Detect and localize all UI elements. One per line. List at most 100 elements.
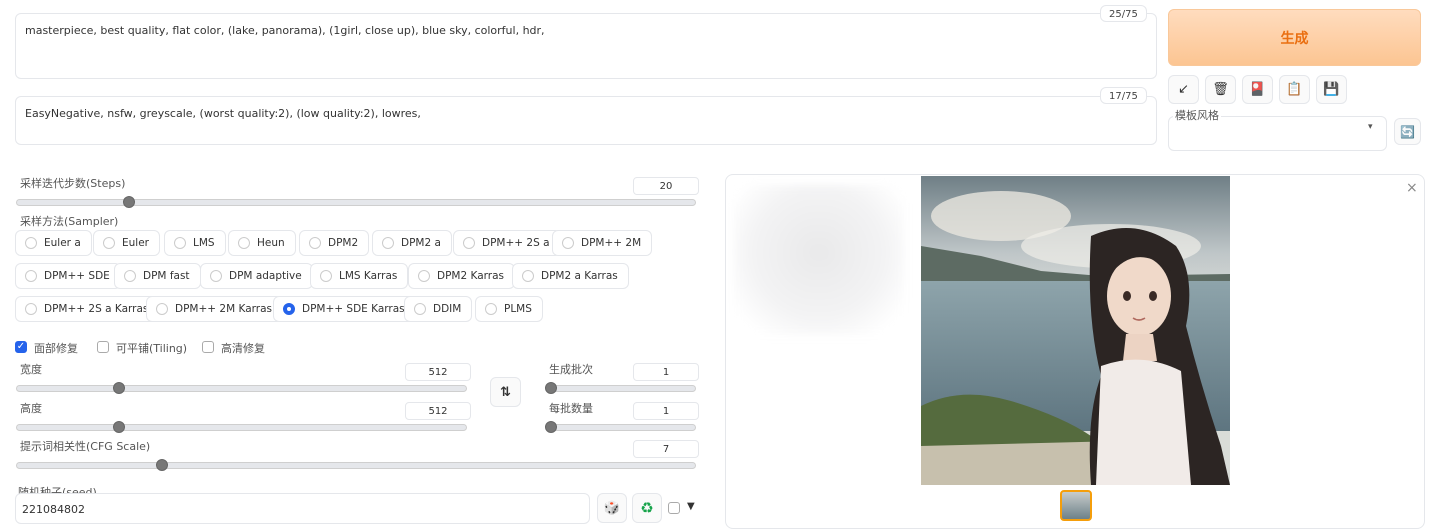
height-slider-thumb[interactable]: [112, 421, 125, 433]
trash-icon: 🗑: [1212, 82, 1229, 97]
arrow-icon: ↙: [1178, 82, 1189, 97]
sampler-option-label: DPM++ 2S a: [482, 237, 550, 249]
red-card-icon: 🎴: [1249, 82, 1266, 97]
close-icon[interactable]: ×: [1406, 180, 1418, 196]
tiling-checkbox[interactable]: [97, 341, 109, 353]
clipboard-icon: 📋: [1286, 82, 1303, 97]
hires-label: 高清修复: [221, 342, 265, 355]
radio-circle: [418, 270, 430, 282]
gallery-thumbnail[interactable]: [1060, 490, 1092, 521]
trash-button[interactable]: 🗑: [1205, 75, 1236, 104]
steps-slider[interactable]: [16, 199, 696, 206]
extra-seed-toggle-icon[interactable]: ▼: [687, 501, 695, 512]
radio-circle: [382, 237, 394, 249]
steps-input[interactable]: 20: [633, 177, 699, 195]
positive-token-counter: 25/75: [1100, 5, 1147, 22]
width-slider[interactable]: [16, 385, 467, 392]
sampler-option[interactable]: DPM++ 2S a Karras: [15, 296, 160, 322]
hires-checkbox[interactable]: [202, 341, 214, 353]
radio-circle: [210, 270, 222, 282]
sampler-option[interactable]: DPM2 a Karras: [512, 263, 629, 289]
sampler-option[interactable]: PLMS: [475, 296, 543, 322]
batch-count-label: 生成批次: [549, 363, 593, 376]
tiling-label: 可平铺(Tiling): [116, 342, 188, 355]
sampler-option-label: Euler: [122, 237, 149, 249]
sampler-option-label: LMS: [193, 237, 215, 249]
sampler-option[interactable]: DDIM: [404, 296, 473, 322]
positive-prompt-box[interactable]: masterpiece, best quality, flat color, (…: [15, 13, 1157, 79]
batch-size-input[interactable]: 1: [633, 402, 699, 420]
sampler-option[interactable]: Euler a: [15, 230, 92, 256]
sampler-option-label: DPM2 Karras: [437, 270, 504, 282]
sampler-option-label: DPM adaptive: [229, 270, 302, 282]
width-label: 宽度: [20, 363, 42, 376]
height-label: 高度: [20, 402, 42, 415]
sampler-option-label: DPM++ SDE: [44, 270, 110, 282]
radio-circle: [522, 270, 534, 282]
extra-seed-checkbox[interactable]: [668, 502, 680, 514]
cfg-input[interactable]: 7: [633, 440, 699, 458]
batch-count-input[interactable]: 1: [633, 363, 699, 381]
red-card-button[interactable]: 🎴: [1242, 75, 1273, 104]
width-slider-thumb[interactable]: [112, 382, 125, 394]
swap-dimensions-button[interactable]: ⇅: [490, 377, 521, 407]
batch-size-slider[interactable]: [545, 424, 696, 431]
radio-circle: [103, 237, 115, 249]
seed-input[interactable]: 221084802: [15, 493, 590, 524]
radio-circle: [283, 303, 295, 315]
batch-count-slider-thumb[interactable]: [545, 382, 557, 394]
positive-prompt-text: masterpiece, best quality, flat color, (…: [25, 24, 545, 37]
batch-size-slider-thumb[interactable]: [545, 421, 557, 433]
radio-circle: [414, 303, 426, 315]
radio-circle: [463, 237, 475, 249]
batch-count-slider[interactable]: [545, 385, 696, 392]
radio-circle: [124, 270, 136, 282]
radio-circle: [485, 303, 497, 315]
width-input[interactable]: 512: [405, 363, 471, 381]
blurred-preview: [734, 185, 904, 335]
sampler-option[interactable]: DPM++ 2S a: [453, 230, 561, 256]
sampler-option-label: DPM fast: [143, 270, 190, 282]
arrow-button[interactable]: ↙: [1168, 75, 1199, 104]
sampler-option-label: Heun: [257, 237, 285, 249]
sampler-option[interactable]: DPM++ 2M: [552, 230, 653, 256]
sampler-option[interactable]: Heun: [228, 230, 296, 256]
height-slider[interactable]: [16, 424, 467, 431]
negative-prompt-box[interactable]: EasyNegative, nsfw, greyscale, (worst qu…: [15, 96, 1157, 145]
cfg-slider[interactable]: [16, 462, 696, 469]
sampler-option[interactable]: LMS: [164, 230, 226, 256]
sampler-option-label: DPM2 a: [401, 237, 441, 249]
generated-image[interactable]: [921, 176, 1230, 485]
radio-circle: [562, 237, 574, 249]
sampler-option[interactable]: DPM++ SDE Karras: [273, 296, 416, 322]
sampler-option[interactable]: DPM++ SDE: [15, 263, 121, 289]
seed-value: 221084802: [22, 503, 85, 516]
radio-circle: [25, 303, 37, 315]
sampler-option-label: DDIM: [433, 303, 462, 315]
random-seed-button[interactable]: 🎲: [597, 493, 627, 523]
dice-icon: 🎲: [603, 500, 621, 516]
sampler-option-label: LMS Karras: [339, 270, 398, 282]
negative-token-counter: 17/75: [1100, 87, 1147, 104]
sampler-option[interactable]: LMS Karras: [310, 263, 409, 289]
sampler-option[interactable]: DPM2 Karras: [408, 263, 515, 289]
height-input[interactable]: 512: [405, 402, 471, 420]
generate-button[interactable]: 生成: [1168, 9, 1421, 66]
cfg-label: 提示词相关性(CFG Scale): [20, 440, 151, 453]
radio-circle: [25, 237, 37, 249]
sampler-option[interactable]: Euler: [93, 230, 160, 256]
reuse-seed-button[interactable]: ♻: [632, 493, 662, 523]
sampler-option[interactable]: DPM++ 2M Karras: [146, 296, 283, 322]
radio-circle: [156, 303, 168, 315]
cfg-slider-thumb[interactable]: [156, 459, 169, 471]
output-gallery: ×: [725, 174, 1425, 529]
face-restore-checkbox[interactable]: ✓: [15, 341, 27, 353]
sampler-option[interactable]: DPM2: [299, 230, 370, 256]
sampler-option[interactable]: DPM fast: [114, 263, 201, 289]
save-button[interactable]: 💾: [1316, 75, 1347, 104]
clipboard-button[interactable]: 📋: [1279, 75, 1310, 104]
refresh-styles-button[interactable]: 🔄: [1394, 118, 1421, 145]
sampler-option[interactable]: DPM adaptive: [200, 263, 313, 289]
sampler-option[interactable]: DPM2 a: [372, 230, 452, 256]
steps-slider-thumb[interactable]: [122, 196, 135, 208]
